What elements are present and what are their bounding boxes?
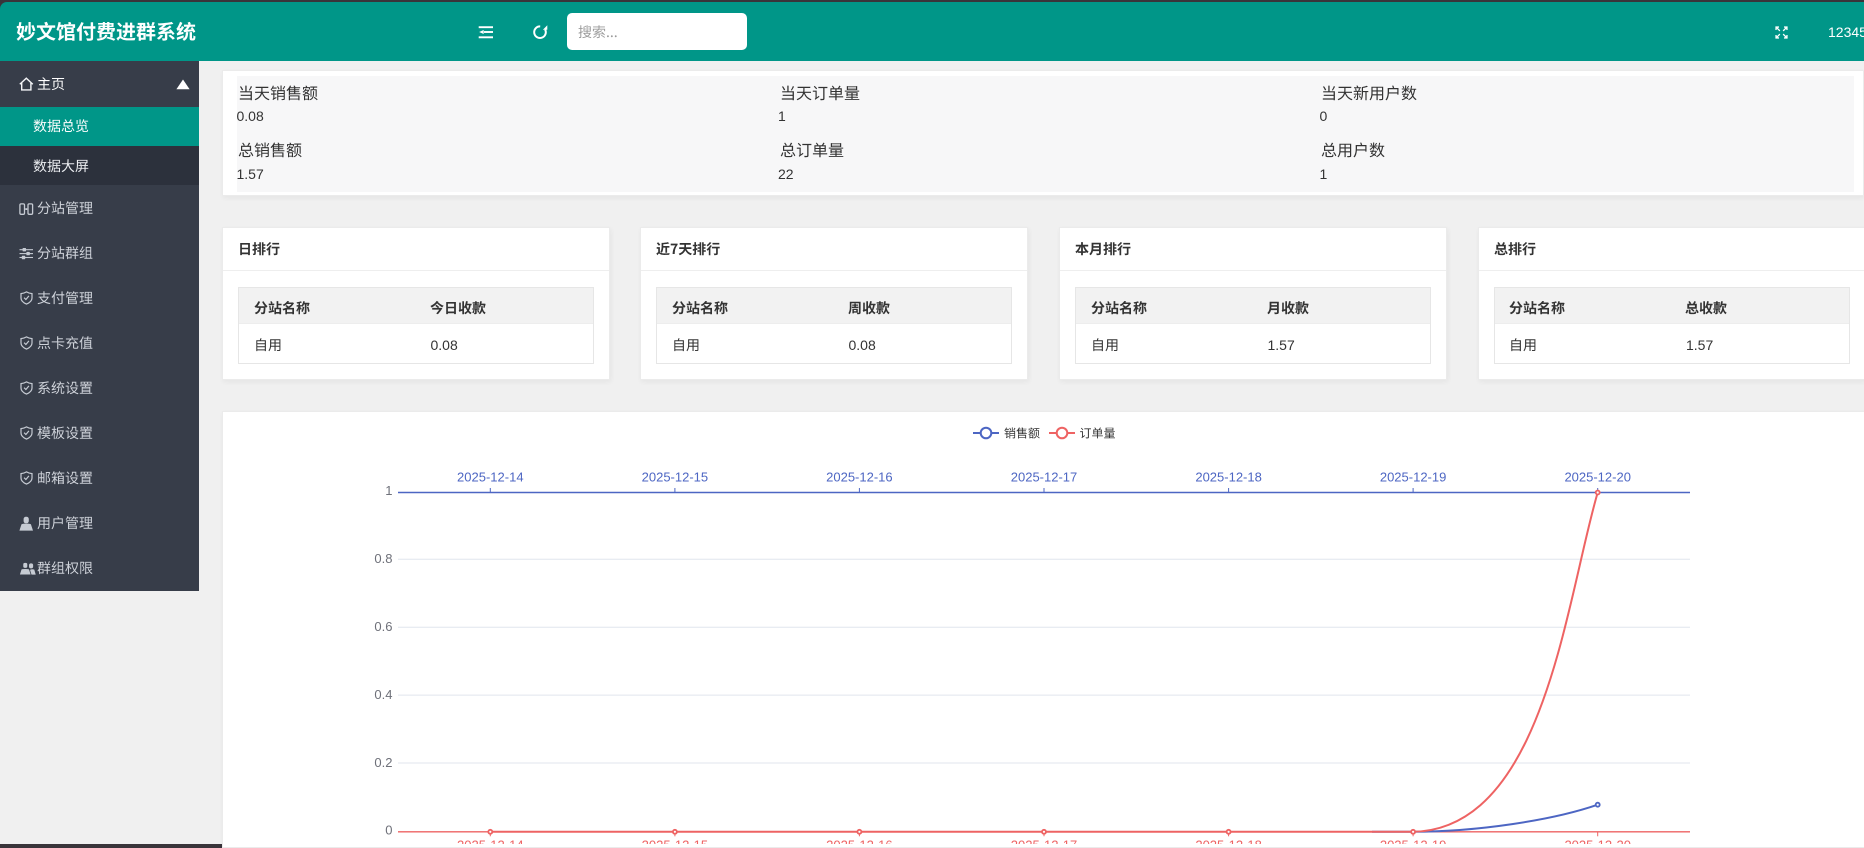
svg-text:2025-12-20: 2025-12-20	[1564, 838, 1631, 845]
svg-text:2025-12-19: 2025-12-19	[1380, 838, 1447, 845]
svg-text:1: 1	[385, 483, 392, 498]
svg-text:2025-12-14: 2025-12-14	[457, 838, 524, 845]
svg-text:2025-12-18: 2025-12-18	[1195, 470, 1262, 485]
svg-text:0.4: 0.4	[374, 687, 392, 702]
svg-text:2025-12-15: 2025-12-15	[642, 470, 709, 485]
svg-text:2025-12-19: 2025-12-19	[1380, 470, 1447, 485]
svg-text:2025-12-18: 2025-12-18	[1195, 838, 1262, 845]
svg-text:0.2: 0.2	[374, 755, 392, 770]
svg-text:2025-12-16: 2025-12-16	[826, 838, 893, 845]
svg-text:2025-12-17: 2025-12-17	[1011, 838, 1078, 845]
svg-text:0.6: 0.6	[374, 619, 392, 634]
svg-text:2025-12-17: 2025-12-17	[1011, 470, 1078, 485]
svg-text:0: 0	[385, 823, 392, 838]
svg-text:2025-12-15: 2025-12-15	[642, 838, 709, 845]
svg-text:2025-12-20: 2025-12-20	[1564, 470, 1631, 485]
svg-text:2025-12-16: 2025-12-16	[826, 470, 893, 485]
svg-text:0.8: 0.8	[374, 551, 392, 566]
svg-text:2025-12-14: 2025-12-14	[457, 470, 524, 485]
